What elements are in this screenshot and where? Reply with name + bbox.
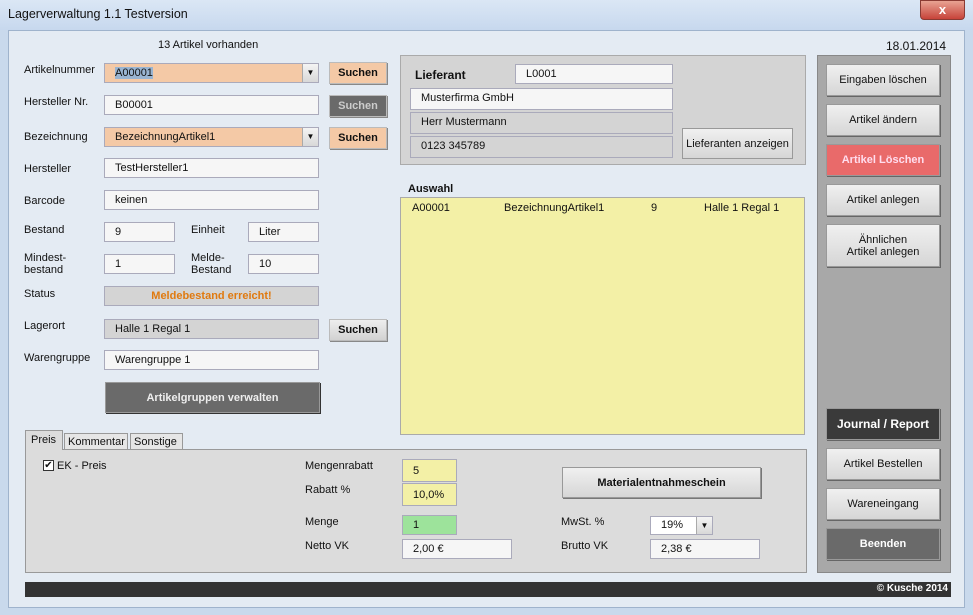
label-brutto: Brutto VK bbox=[561, 540, 609, 552]
date: 18.01.2014 bbox=[886, 39, 947, 53]
bestand-field[interactable]: 9 bbox=[104, 222, 175, 242]
window-title: Lagerverwaltung 1.1 Testversion bbox=[8, 7, 188, 21]
label-herstellernr: Hersteller Nr. bbox=[24, 96, 89, 108]
chevron-down-icon[interactable]: ▼ bbox=[696, 517, 712, 534]
beenden-button[interactable]: Beenden bbox=[826, 528, 940, 560]
bezeichnung-value: BezeichnungArtikel1 bbox=[115, 131, 216, 143]
footer-bar bbox=[25, 582, 951, 597]
label-mindestbestand: Mindest- bestand bbox=[24, 252, 67, 276]
aehnlichen-artikel-anlegen-button[interactable]: Ähnlichen Artikel anlegen bbox=[826, 224, 940, 267]
brutto-vk-field: 2,38 € bbox=[650, 539, 760, 559]
mwst-select[interactable]: 19% ▼ bbox=[650, 516, 713, 535]
status-field: Meldebestand erreicht! bbox=[104, 286, 319, 306]
ek-preis-label: EK - Preis bbox=[57, 460, 107, 472]
mengenrabatt-field[interactable]: 5 bbox=[402, 459, 457, 482]
auswahl-label: Auswahl bbox=[408, 183, 454, 195]
label-bezeichnung: Bezeichnung bbox=[24, 131, 88, 143]
label-barcode: Barcode bbox=[24, 195, 65, 207]
label-mwst: MwSt. % bbox=[561, 516, 605, 528]
artikel-anlegen-button[interactable]: Artikel anlegen bbox=[826, 184, 940, 216]
search-artikelnummer-button[interactable]: Suchen bbox=[329, 62, 387, 84]
wareneingang-button[interactable]: Wareneingang bbox=[826, 488, 940, 520]
list-item-nr: A00001 bbox=[412, 202, 450, 214]
artikel-bestellen-button[interactable]: Artikel Bestellen bbox=[826, 448, 940, 480]
close-button[interactable]: x bbox=[920, 0, 965, 20]
list-item-bez: BezeichnungArtikel1 bbox=[504, 202, 605, 214]
label-lieferant: Lieferant bbox=[415, 68, 466, 82]
label-status: Status bbox=[24, 288, 56, 300]
auswahl-list[interactable]: A00001 BezeichnungArtikel1 9 Halle 1 Reg… bbox=[400, 197, 805, 435]
copyright: © Kusche 2014 bbox=[876, 583, 948, 594]
mindestbestand-field[interactable]: 1 bbox=[104, 254, 175, 274]
warengruppe-field[interactable]: Warengruppe 1 bbox=[104, 350, 319, 370]
label-lagerort: Lagerort bbox=[24, 320, 65, 332]
hersteller-field[interactable]: TestHersteller1 bbox=[104, 158, 319, 178]
lieferanten-anzeigen-button[interactable]: Lieferanten anzeigen bbox=[682, 128, 793, 159]
lieferant-firma-field[interactable]: Musterfirma GmbH bbox=[410, 88, 673, 110]
netto-vk-field: 2,00 € bbox=[402, 539, 512, 559]
label-rabatt: Rabatt % bbox=[305, 484, 351, 496]
article-count: 13 Artikel vorhanden bbox=[158, 39, 259, 51]
list-item-ort: Halle 1 Regal 1 bbox=[704, 202, 780, 214]
search-herstellernr-button[interactable]: Suchen bbox=[329, 95, 387, 117]
meldebestand-field[interactable]: 10 bbox=[248, 254, 319, 274]
label-netto: Netto VK bbox=[305, 540, 350, 552]
artikelgruppen-verwalten-button[interactable]: Artikelgruppen verwalten bbox=[105, 382, 320, 413]
label-einheit: Einheit bbox=[191, 224, 225, 236]
menge-field[interactable]: 1 bbox=[402, 515, 457, 535]
materialentnahmeschein-button[interactable]: Materialentnahmeschein bbox=[562, 467, 761, 498]
lieferant-kontakt-field: Herr Mustermann bbox=[410, 112, 673, 134]
eingaben-loeschen-button[interactable]: Eingaben löschen bbox=[826, 64, 940, 96]
einheit-field[interactable]: Liter bbox=[248, 222, 319, 242]
bezeichnung-combo[interactable]: BezeichnungArtikel1 ▼ bbox=[104, 127, 319, 147]
label-artikelnummer: Artikelnummer bbox=[24, 64, 95, 76]
chevron-down-icon[interactable]: ▼ bbox=[302, 64, 318, 82]
rabatt-field[interactable]: 10,0% bbox=[402, 483, 457, 506]
search-bezeichnung-button[interactable]: Suchen bbox=[329, 127, 387, 149]
label-menge: Menge bbox=[305, 516, 339, 528]
artikel-loeschen-button[interactable]: Artikel Löschen bbox=[826, 144, 940, 176]
list-item[interactable]: A00001 BezeichnungArtikel1 9 Halle 1 Reg… bbox=[401, 198, 804, 214]
label-bestand: Bestand bbox=[24, 224, 65, 236]
lieferant-telefon-field: 0123 345789 bbox=[410, 136, 673, 158]
journal-report-button[interactable]: Journal / Report bbox=[826, 408, 940, 440]
mwst-value: 19% bbox=[661, 519, 684, 531]
tab-preis[interactable]: Preis bbox=[25, 430, 63, 450]
label-meldebestand: Melde- Bestand bbox=[191, 252, 232, 276]
label-mengenrabatt: Mengenrabatt bbox=[305, 460, 373, 472]
artikel-aendern-button[interactable]: Artikel ändern bbox=[826, 104, 940, 136]
tab-kommentar[interactable]: Kommentar bbox=[64, 433, 128, 450]
lieferant-id-field[interactable]: L0001 bbox=[515, 64, 673, 84]
list-item-bestand: 9 bbox=[651, 202, 658, 214]
ek-preis-checkbox[interactable]: ✔ bbox=[43, 460, 54, 471]
barcode-field[interactable]: keinen bbox=[104, 190, 319, 210]
label-warengruppe: Warengruppe bbox=[24, 352, 91, 364]
lagerort-field[interactable]: Halle 1 Regal 1 bbox=[104, 319, 319, 339]
artikelnummer-value: A00001 bbox=[115, 67, 153, 79]
chevron-down-icon[interactable]: ▼ bbox=[302, 128, 318, 146]
label-hersteller: Hersteller bbox=[24, 163, 72, 175]
search-lagerort-button[interactable]: Suchen bbox=[329, 319, 387, 341]
herstellernr-field[interactable]: B00001 bbox=[104, 95, 319, 115]
tab-sonstige[interactable]: Sonstige bbox=[130, 433, 183, 450]
artikelnummer-combo[interactable]: A00001 ▼ bbox=[104, 63, 319, 83]
